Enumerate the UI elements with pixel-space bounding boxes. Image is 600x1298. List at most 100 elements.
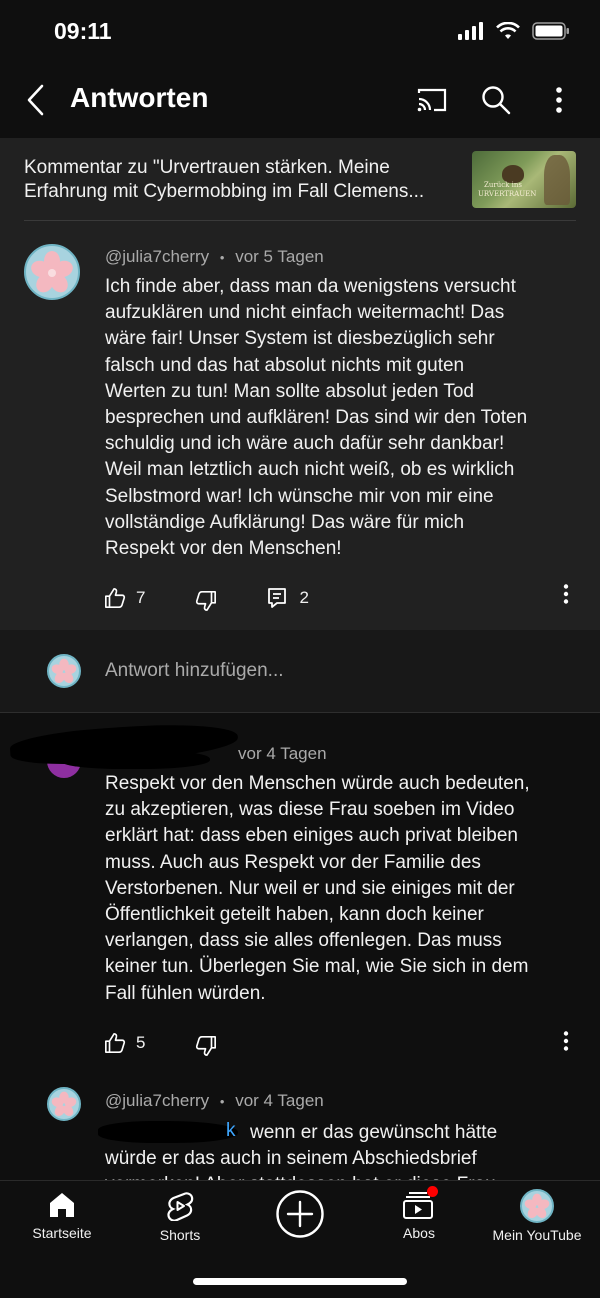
thumbs-down-icon [196, 591, 217, 611]
comment-text-line: Werten zu tun! Man sollte absolut jeden … [105, 380, 474, 402]
comment-text: Respekt vor den Menschen würde auch bede… [105, 771, 585, 1007]
shorts-icon [167, 1192, 194, 1221]
comment-text-line: Selbstmord war! Ich wünsche mir von mir … [105, 485, 494, 507]
redaction-scribble [98, 1121, 238, 1143]
comment-actions: 7 2 [104, 584, 309, 612]
comment-text-line: Öffentlichkeit geteilt haben, kann doch … [105, 904, 484, 926]
back-button[interactable] [20, 80, 52, 120]
nav-shorts[interactable]: Shorts [125, 1191, 235, 1243]
comment-time: vor 5 Tagen [235, 247, 324, 266]
reply-item: vor 4 Tagen Respekt vor den Menschen wür… [0, 713, 600, 1083]
main-comment: @julia7cherry • vor 5 Tagen Ich finde ab… [0, 221, 600, 630]
create-plus-icon [276, 1190, 324, 1238]
video-thumbnail[interactable]: Zurück ins URVERTRAUEN [472, 151, 576, 208]
reply-comment-icon [268, 588, 287, 608]
meta-separator: • [219, 1094, 225, 1109]
status-bar: 09:11 [0, 0, 600, 66]
comment-text-line: Weil man letztlich auch nicht weiß, ob e… [105, 459, 515, 481]
app-header: Antworten [0, 66, 600, 138]
comment-text-line: Respekt vor den Menschen würde auch bede… [105, 773, 530, 794]
reply-count: 2 [299, 588, 309, 607]
thumbnail-title: Zurück ins URVERTRAUEN [478, 181, 537, 198]
flower-avatar-icon [524, 1193, 550, 1219]
comment-text-line: muss. Auch aus Respekt vor der Familie d… [105, 851, 481, 873]
avatar [47, 654, 81, 688]
comment-time: vor 4 Tagen [238, 744, 327, 763]
comment-text-line: vermerken! Aber stattdessen hat er diese… [105, 1172, 496, 1180]
nav-subscriptions[interactable]: Abos [364, 1186, 474, 1241]
more-vertical-icon [563, 1031, 569, 1051]
comment-author[interactable]: @julia7cherry [105, 1091, 209, 1110]
comment-text-line: Ich finde aber, dass man da wenigstens v… [105, 276, 516, 297]
comment-time: vor 4 Tagen [235, 1091, 324, 1110]
nav-create[interactable] [245, 1189, 355, 1239]
cast-button[interactable] [412, 80, 452, 120]
more-vertical-icon [563, 584, 569, 604]
nav-label: Abos [403, 1225, 435, 1241]
comment-meta: @julia7cherry • vor 4 Tagen [105, 1091, 324, 1111]
comment-text-line: wenn er das gewünscht hätte [250, 1122, 498, 1143]
dislike-button[interactable] [195, 1035, 217, 1057]
like-count: 5 [136, 1033, 146, 1052]
comment-text-line: keiner tun. Überlegen Sie mal, wie Sie s… [105, 956, 529, 978]
comment-text-line: besprechen und aufklären! Das sind wir d… [105, 407, 528, 429]
context-line-2: Erfahrung mit Cybermobbing im Fall Cleme… [24, 181, 425, 202]
video-context-text: Kommentar zu "Urvertrauen stärken. Meine… [24, 156, 464, 204]
more-button[interactable] [539, 80, 579, 120]
context-line-1: Kommentar zu "Urvertrauen stärken. Meine [24, 157, 390, 178]
status-icons [458, 22, 570, 40]
flower-avatar-icon [51, 1091, 77, 1117]
comment-actions: 5 [104, 1029, 217, 1057]
thumbs-down-icon [196, 1036, 217, 1056]
mention-link[interactable]: k [226, 1120, 236, 1142]
dislike-button[interactable] [195, 590, 217, 612]
comment-more-button[interactable] [563, 1031, 569, 1051]
status-time: 09:11 [54, 18, 112, 44]
comment-text-line: wäre fair! Unser System ist diesbezüglic… [105, 328, 495, 350]
notification-dot [427, 1186, 438, 1197]
thumbs-up-icon [105, 588, 126, 608]
comment-author[interactable]: @julia7cherry [105, 247, 209, 266]
avatar[interactable] [24, 244, 80, 300]
comment-meta: @julia7cherry • vor 5 Tagen [105, 247, 324, 267]
comment-text-line: aufzuklären und nicht einfach weitermach… [105, 302, 505, 324]
reply-button[interactable] [267, 587, 287, 609]
comment-text-line: schuldig und ich wäre auch dafür sehr da… [105, 433, 505, 455]
wifi-icon [496, 22, 520, 39]
more-vertical-icon [556, 87, 562, 113]
video-context-bar[interactable]: Kommentar zu "Urvertrauen stärken. Meine… [0, 138, 600, 222]
battery-icon [532, 22, 569, 40]
search-icon [482, 86, 511, 115]
signal-icon [458, 22, 483, 40]
reply-item: @julia7cherry • vor 4 Tagen k wenn er da… [0, 1083, 600, 1180]
avatar [520, 1189, 554, 1223]
home-indicator [193, 1278, 407, 1285]
nav-my-youtube[interactable]: Mein YouTube [482, 1189, 592, 1243]
comment-text-line: verlangen, dass sie alles offenlegen. Da… [105, 930, 502, 952]
thumbnail-tree [544, 155, 570, 205]
like-button[interactable] [104, 587, 126, 609]
subscriptions-icon-wrap [402, 1186, 438, 1219]
comment-text-line: zu akzeptieren, was diese Frau soeben im… [105, 799, 515, 821]
search-button[interactable] [476, 80, 516, 120]
flower-avatar-icon [31, 251, 73, 293]
add-reply-input[interactable]: Antwort hinzufügen... [105, 660, 284, 682]
thumbs-up-icon [105, 1033, 126, 1053]
flower-avatar-icon [51, 658, 77, 684]
nav-home[interactable]: Startseite [7, 1191, 117, 1241]
nav-label: Shorts [159, 1227, 201, 1243]
comment-text: Ich finde aber, dass man da wenigstens v… [105, 274, 575, 562]
back-chevron-icon [27, 84, 44, 116]
like-button[interactable] [104, 1032, 126, 1054]
comment-text-line: Verstorbenen. Nur weil er und sie einige… [105, 877, 515, 899]
cast-icon [417, 88, 447, 112]
comment-text-line: Respekt vor den Menschen! [105, 538, 342, 560]
comment-more-button[interactable] [563, 584, 569, 604]
avatar[interactable] [47, 1087, 81, 1121]
page-title: Antworten [70, 82, 209, 113]
add-reply-row[interactable]: Antwort hinzufügen... [0, 630, 600, 712]
comment-text-line: vollständige Aufklärung! Das wäre für mi… [105, 511, 465, 533]
redaction-scribble [60, 749, 210, 769]
nav-label: Startseite [32, 1225, 92, 1241]
like-count: 7 [136, 588, 146, 607]
